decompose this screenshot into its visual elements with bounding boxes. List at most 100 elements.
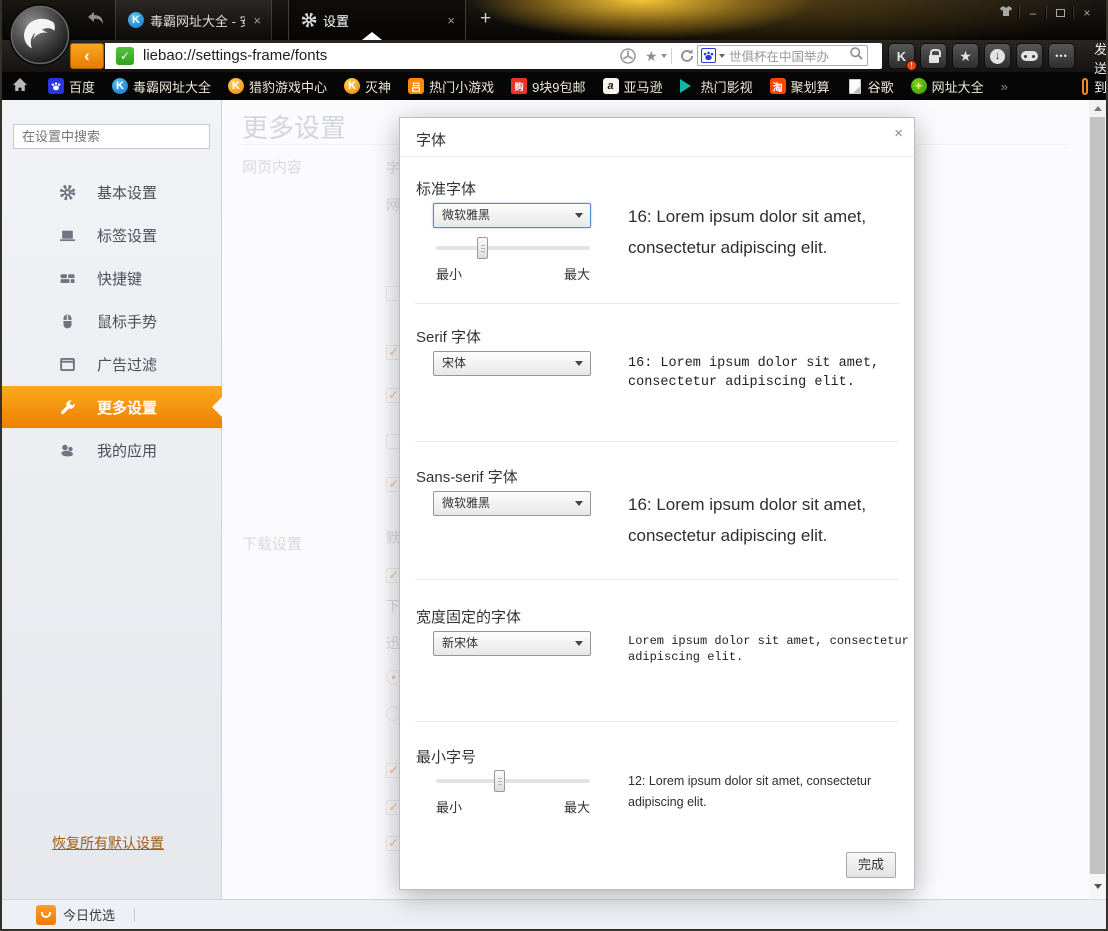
min-font-size-preview: 12: Lorem ipsum dolor sit amet, consecte… bbox=[628, 771, 896, 813]
taobao-icon: 淘 bbox=[770, 78, 786, 94]
clipped-checkbox-unchecked bbox=[386, 434, 400, 449]
min-font-size-heading: 最小字号 bbox=[416, 746, 476, 767]
bookmark-mieshen[interactable]: K灭神 bbox=[344, 77, 391, 96]
sidebar-item-basic[interactable]: 基本设置 bbox=[2, 171, 222, 213]
scroll-up-arrow-icon[interactable] bbox=[1089, 100, 1106, 117]
slider-handle[interactable] bbox=[477, 237, 488, 259]
sans-serif-font-heading: Sans-serif 字体 bbox=[416, 466, 518, 487]
engine-dropdown-caret-icon[interactable] bbox=[719, 54, 725, 58]
dropdown-caret-icon bbox=[575, 361, 583, 366]
scrollbar-thumb[interactable] bbox=[1090, 117, 1105, 874]
minimize-button[interactable]: – bbox=[1020, 5, 1046, 21]
tab-close-icon[interactable]: × bbox=[445, 13, 457, 28]
home-icon[interactable] bbox=[12, 77, 28, 95]
slider-handle[interactable] bbox=[494, 770, 505, 792]
bookmark-duba-nav[interactable]: K毒霸网址大全 bbox=[112, 77, 211, 96]
slider-labels: 最小最大 bbox=[436, 797, 590, 816]
bookmarks-overflow-chevron[interactable]: » bbox=[1001, 79, 1008, 94]
sans-serif-font-preview: 16: Lorem ipsum dolor sit amet, consecte… bbox=[628, 489, 894, 551]
min-font-size-slider[interactable] bbox=[436, 770, 590, 792]
clipped-text-fragment: 字 bbox=[386, 158, 400, 178]
search-engine-paw-icon[interactable] bbox=[701, 48, 716, 63]
play-triangle-icon bbox=[680, 79, 696, 93]
vertical-scrollbar[interactable] bbox=[1089, 100, 1106, 899]
tab-gear-icon bbox=[301, 12, 317, 28]
nav-wheel-icon[interactable] bbox=[619, 47, 637, 65]
bookmark-baidu[interactable]: 百度 bbox=[48, 77, 95, 96]
divider bbox=[134, 908, 135, 922]
star-dropdown-caret-icon[interactable] bbox=[661, 54, 667, 58]
back-button[interactable]: ‹ bbox=[70, 43, 104, 69]
liebao-browser-logo[interactable] bbox=[8, 3, 72, 67]
address-bar[interactable]: ✓ liebao://settings-frame/fonts ★ 世俱杯在中国… bbox=[105, 43, 882, 69]
dropdown-caret-icon bbox=[575, 213, 583, 218]
clipped-button-fragment bbox=[386, 286, 400, 301]
clipped-checkbox-checked: ✓ bbox=[386, 800, 400, 815]
clipped-text-fragment: 迅 bbox=[386, 633, 400, 653]
bookmark-9kuai9[interactable]: 购9块9包邮 bbox=[511, 77, 585, 96]
fixed-width-font-select[interactable]: 新宋体 bbox=[433, 631, 591, 656]
gear-icon bbox=[58, 183, 76, 201]
dialog-close-icon[interactable]: × bbox=[894, 125, 903, 142]
favorites-button[interactable]: ★ bbox=[952, 43, 979, 69]
shopping-bag-icon[interactable] bbox=[36, 905, 56, 925]
sidebar-item-mouse-gestures[interactable]: 鼠标手势 bbox=[2, 300, 222, 342]
phone-icon bbox=[1082, 78, 1088, 95]
bookmark-liebao-games[interactable]: K猎豹游戏中心 bbox=[228, 77, 327, 96]
serif-font-select[interactable]: 宋体 bbox=[433, 351, 591, 376]
bookmark-hot-video[interactable]: 热门影视 bbox=[680, 77, 753, 96]
keyboard-icon bbox=[58, 269, 76, 287]
privacy-lock-button[interactable] bbox=[920, 43, 947, 69]
clipped-radio bbox=[386, 706, 400, 721]
puzzle-icon bbox=[58, 441, 76, 459]
sidebar-item-ad-filter[interactable]: 广告过滤 bbox=[2, 343, 222, 385]
theme-skin-icon[interactable] bbox=[993, 5, 1019, 21]
star-icon: ★ bbox=[959, 48, 972, 65]
scroll-down-arrow-icon[interactable] bbox=[1089, 874, 1106, 899]
close-button[interactable]: × bbox=[1074, 5, 1100, 21]
sidebar-item-my-apps[interactable]: 我的应用 bbox=[2, 429, 222, 471]
divider bbox=[415, 579, 899, 580]
done-button[interactable]: 完成 bbox=[846, 852, 896, 878]
bookmark-site-nav[interactable]: +网址大全 bbox=[911, 77, 984, 96]
standard-font-heading: 标准字体 bbox=[416, 178, 476, 199]
bookmark-mini-games[interactable]: 吕热门小游戏 bbox=[408, 77, 494, 96]
bookmark-amazon[interactable]: a亚马逊 bbox=[603, 77, 663, 96]
clipped-text-fragment: 网 bbox=[386, 195, 400, 215]
tab-close-icon[interactable]: × bbox=[251, 13, 263, 28]
search-magnifier-icon[interactable] bbox=[849, 46, 864, 66]
slider-track[interactable] bbox=[436, 246, 590, 250]
slider-track[interactable] bbox=[436, 779, 590, 783]
today-picks-button[interactable]: 今日优选 bbox=[63, 905, 115, 924]
mouse-icon bbox=[58, 312, 76, 330]
titlebar-back-arrow-icon[interactable] bbox=[86, 11, 106, 27]
bookmark-google[interactable]: 谷歌 bbox=[847, 77, 894, 96]
settings-search-input[interactable] bbox=[13, 124, 210, 149]
refresh-icon[interactable] bbox=[678, 47, 696, 65]
page-icon bbox=[847, 78, 863, 94]
url-text[interactable]: liebao://settings-frame/fonts bbox=[143, 43, 327, 69]
sidebar-item-tabs[interactable]: 标签设置 bbox=[2, 214, 222, 256]
maximize-button[interactable] bbox=[1047, 5, 1073, 21]
amazon-a-icon: a bbox=[603, 78, 619, 94]
k-orange-icon: K bbox=[344, 78, 360, 94]
standard-font-select[interactable]: 微软雅黑 bbox=[433, 203, 591, 228]
new-tab-button[interactable]: + bbox=[480, 8, 491, 30]
sans-serif-font-select[interactable]: 微软雅黑 bbox=[433, 491, 591, 516]
search-box[interactable]: 世俱杯在中国举办 bbox=[697, 45, 868, 66]
page-title: 更多设置 bbox=[242, 108, 346, 145]
k-orange-icon: K bbox=[228, 78, 244, 94]
bookmark-juhuasuan[interactable]: 淘聚划算 bbox=[770, 77, 830, 96]
tab-bar: K 毒霸网址大全 - 安全... × 设置 × + – × bbox=[2, 0, 1106, 40]
reset-defaults-link[interactable]: 恢复所有默认设置 bbox=[52, 833, 164, 853]
search-hotword[interactable]: 世俱杯在中国举办 bbox=[729, 46, 849, 65]
sidebar-item-more-settings[interactable]: 更多设置 bbox=[2, 386, 222, 428]
sidebar-item-hotkeys[interactable]: 快捷键 bbox=[2, 257, 222, 299]
kingsoft-k-button[interactable]: K ! bbox=[888, 43, 915, 69]
nav-plus-icon: + bbox=[911, 78, 927, 94]
site-safe-badge-icon: ✓ bbox=[116, 47, 134, 65]
clipped-checkbox-checked: ✓ bbox=[386, 345, 400, 360]
divider bbox=[415, 721, 899, 722]
tab-duba-site[interactable]: K 毒霸网址大全 - 安全... × bbox=[115, 0, 272, 40]
standard-font-size-slider[interactable] bbox=[436, 237, 590, 259]
